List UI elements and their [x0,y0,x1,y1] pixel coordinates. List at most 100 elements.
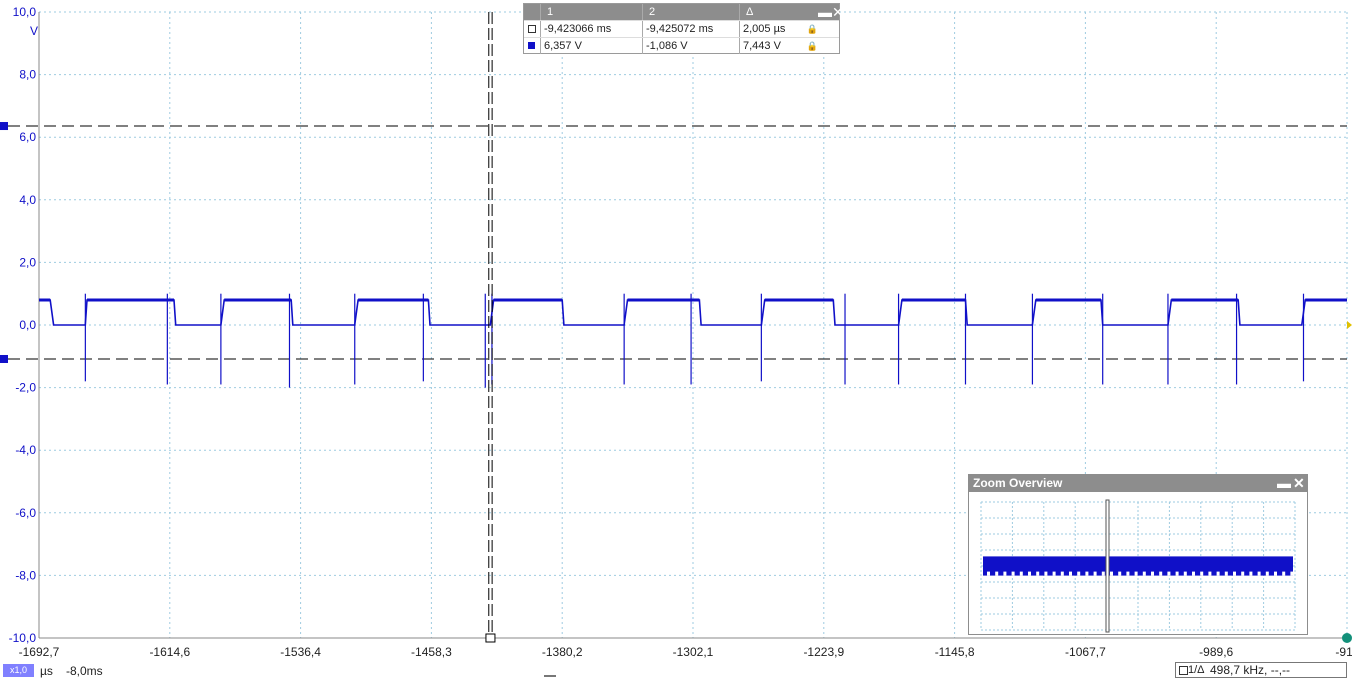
y-tick-label: 0,0 [19,318,36,332]
y-tick-label: 10,0 [13,5,37,19]
x-tick-label: -1614,6 [149,645,190,659]
time-position-icon[interactable] [1342,633,1352,643]
time-cursor-icon [528,25,536,33]
time-unit: µs [40,664,53,678]
zoom-signal-gap [995,571,999,576]
close-icon[interactable]: ✕ [826,4,844,20]
x-tick-label: -1067,7 [1065,645,1106,659]
zoom-signal-gap [1142,571,1146,576]
zoom-signal-gap [1200,571,1204,576]
zoom-signal-gap [1159,571,1163,576]
zoom-signal-gap [1192,571,1195,576]
frequency-value: 498,7 kHz, --,-- [1210,663,1291,677]
zoom-signal-gap [1233,571,1236,576]
zoom-signal-gap [1028,571,1031,576]
frequency-prefix: 1/Δ [1188,664,1205,676]
y-axis-labels: 10,0 8,0 6,0 4,0 2,0 0,0 -2,0 -4,0 -6,0 -8,0 -10,0 [9,5,37,645]
zoom-signal-gap [1118,571,1122,576]
zoom-signal-gap [1036,571,1040,576]
delta-header: Δ [739,4,821,20]
zoom-signal-gap [1077,571,1081,576]
y-tick-label: -4,0 [15,443,36,457]
zoom-signal-gap [1274,571,1277,576]
x-axis-labels: -1692,7 -1614,6 -1536,4 -1458,3 -1380,2 -1302… [19,645,1352,659]
y-tick-label: -6,0 [15,506,36,520]
vertical-cursors[interactable] [485,12,496,643]
lock-icon[interactable]: 🔒 [804,38,821,54]
zoom-signal-gap [1093,571,1097,576]
y-tick-label: -2,0 [15,381,36,395]
voltage-cursor-icon [528,42,535,49]
zoom-signal-gap [1126,571,1130,576]
close-icon[interactable]: ✕ [1293,475,1305,491]
zoom-signal-gap [1044,571,1048,576]
delta-time: 2,005 µs [743,23,786,35]
zoom-signal-gap [1183,571,1187,576]
zoom-signal-gap [1052,571,1056,576]
cursor-1-voltage: 6,357 V [540,38,642,54]
cursor-panel-header: 1 2 Δ ▬ ✕ [524,4,844,20]
zoom-signal-gap [1019,571,1023,576]
zoom-signal-gap [1265,571,1269,576]
zoom-signal-gap [1101,571,1105,576]
zoom-signal-gap [987,571,990,576]
checkbox-icon[interactable] [1179,666,1188,675]
x-tick-label: -1223,9 [803,645,844,659]
cursor-time-row: -9,423066 ms -9,425072 ms 2,005 µs 🔒 [524,20,839,37]
zoom-signal-gap [1003,571,1007,576]
y-tick-label: -10,0 [9,631,37,645]
zoom-overview-title: Zoom Overview [973,476,1063,490]
y-tick-label: 8,0 [19,68,36,82]
cursor-2-voltage: -1,086 V [642,38,739,54]
zoom-signal-gap [1134,571,1138,576]
y-axis-unit: V [30,24,38,38]
frequency-readout[interactable]: 1/Δ 498,7 kHz, --,-- [1175,662,1347,678]
zoom-signal-gap [1011,571,1015,576]
y-tick-label: 2,0 [19,255,36,269]
vertical-cursor-handle[interactable] [485,633,496,643]
x-tick-label: -911 [1335,645,1352,659]
x-tick-label: -1302,1 [673,645,714,659]
zoom-overview-plot[interactable] [969,492,1307,634]
x-tick-label: -1458,3 [411,645,452,659]
zoom-signal-gap [1249,571,1253,576]
horizontal-cursor-handle[interactable] [0,122,8,131]
x-tick-label: -989,6 [1199,645,1233,659]
x-factor-badge[interactable]: x1,0 [3,664,34,677]
cursor-voltage-row: 6,357 V -1,086 V 7,443 V 🔒 [524,37,839,54]
zoom-signal-gap [1290,571,1294,576]
zoom-signal-gap [1282,571,1286,576]
zoom-signal-gap [1110,571,1113,576]
zoom-signal-gap [1224,571,1228,576]
zoom-signal-gap [1167,571,1171,576]
x-tick-label: -1380,2 [542,645,583,659]
lock-icon[interactable]: 🔒 [804,21,821,37]
x-tick-label: -1536,4 [280,645,321,659]
y-tick-label: 6,0 [19,130,36,144]
minimize-icon[interactable]: ▬ [1277,475,1291,491]
trigger-level-icon[interactable] [1347,321,1352,329]
cursor-2-time: -9,425072 ms [642,21,739,37]
zoom-overview-title-bar: Zoom Overview ▬ ✕ [969,475,1307,492]
y-tick-label: 4,0 [19,193,36,207]
cursor-1-header: 1 [540,4,642,20]
zoom-signal-gap [1069,571,1072,576]
zoom-signal-gap [1257,571,1261,576]
x-tick-label: -1692,7 [19,645,60,659]
cursor-1-time: -9,423066 ms [540,21,642,37]
zoom-signal-gap [1216,571,1220,576]
zoom-signal-gap [1151,571,1154,576]
y-tick-label: -8,0 [15,568,36,582]
horizontal-cursor-handle[interactable] [0,354,8,363]
zoom-window-handle[interactable] [1105,499,1110,633]
cursor-2-header: 2 [642,4,739,20]
horizontal-cursors[interactable] [0,122,1347,363]
delta-voltage: 7,443 V [743,40,781,52]
zoom-signal-gap [1208,571,1212,576]
status-bar: x1,0 µs -8,0ms 1/Δ 498,7 kHz, --,-- [0,661,1352,680]
zoom-overview-panel[interactable]: Zoom Overview ▬ ✕ [968,474,1308,635]
timebase-offset: -8,0ms [66,664,103,678]
cursor-measurement-panel[interactable]: 1 2 Δ ▬ ✕ -9,423066 ms -9,425072 ms 2,00… [523,3,844,54]
zoom-signal-gap [1060,571,1064,576]
zoom-signal-gap [1175,571,1179,576]
